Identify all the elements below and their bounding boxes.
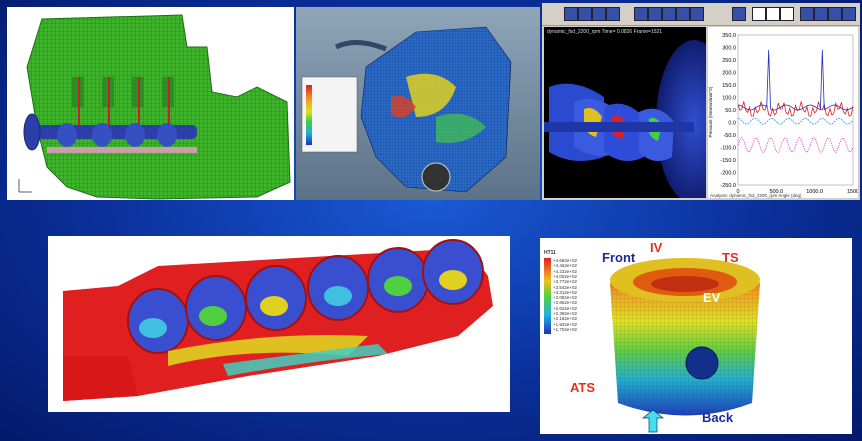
simulation-window-panel: dynamic_fsd_2200_rpm Time= 0.0826 Frame=…	[542, 3, 860, 200]
plot-frame	[737, 34, 854, 186]
legend-value: +4.002e+02	[553, 273, 578, 279]
prev-frame-icon[interactable]	[578, 7, 592, 21]
trace-red	[737, 101, 854, 117]
first-frame-icon[interactable]	[564, 7, 578, 21]
legend-value: +4.462e+02	[553, 263, 578, 269]
trace-magenta	[737, 136, 854, 154]
engine-contour-panel	[296, 7, 540, 200]
layout2-icon[interactable]	[814, 7, 828, 21]
label-iv: IV	[650, 240, 663, 255]
legend-value: +3.082e+02	[553, 295, 578, 301]
pan-icon[interactable]	[676, 7, 690, 21]
legend-value: +2.852e+02	[553, 300, 578, 306]
label-back: Back	[702, 410, 734, 425]
y-tick-label: 100.0	[722, 96, 736, 102]
layout3-icon[interactable]	[828, 7, 842, 21]
pressure-plot: 350.0 300.0 250.0 200.0 150.0 100.0 50.0 0.0 -50…	[708, 27, 858, 198]
sim-caption: dynamic_fsd_2200_rpm Time= 0.0826 Frame=…	[547, 29, 663, 35]
y-tick-label: -150.0	[720, 158, 736, 164]
label-ts: TS	[722, 250, 739, 265]
layout-icon[interactable]	[800, 7, 814, 21]
crank-simulation-view: dynamic_fsd_2200_rpm Time= 0.0826 Frame=…	[544, 27, 706, 198]
y-tick-label: -250.0	[720, 183, 736, 189]
legend-value: +4.692e+02	[553, 258, 578, 263]
trace-cyan	[737, 117, 854, 125]
x-tick-label: 1000.0	[806, 189, 823, 195]
legend-value: +1.702e+02	[553, 326, 578, 332]
label-ev: EV	[703, 290, 721, 305]
legend-value: +2.622e+02	[553, 305, 578, 311]
rotate-icon[interactable]	[648, 7, 662, 21]
play-icon[interactable]	[592, 7, 606, 21]
fit-icon[interactable]	[690, 7, 704, 21]
engine-mesh-panel	[7, 7, 294, 200]
toolbar	[542, 3, 860, 26]
y-tick-label: -200.0	[720, 171, 736, 177]
legend-value: +3.542e+02	[553, 284, 578, 290]
legend-value: +3.312e+02	[553, 289, 578, 295]
y-tick-label: 250.0	[722, 58, 736, 64]
y-tick-label: -50.0	[723, 133, 736, 139]
page2-icon[interactable]	[766, 7, 780, 21]
legend-value: +2.392e+02	[553, 311, 578, 316]
y-tick-label: 50.0	[725, 108, 736, 114]
select-icon[interactable]	[634, 7, 648, 21]
page-icon[interactable]	[752, 7, 766, 21]
y-tick-label: 350.0	[722, 33, 736, 39]
legend-value: +4.232e+02	[553, 268, 578, 274]
legend-value: +1.932e+02	[553, 321, 578, 327]
y-tick-label: 200.0	[722, 71, 736, 77]
label-ats: ATS	[570, 380, 596, 395]
legend-title: HT11	[544, 250, 556, 256]
legend-value: +3.772e+02	[553, 279, 578, 285]
y-tick-label: -100.0	[720, 146, 736, 152]
y-tick-label: 300.0	[722, 46, 736, 52]
legend-value: +2.162e+02	[553, 316, 578, 322]
piston-panel: HT11 +4.692e+02 +4.462e+02 +4.232e+02 +4.00…	[540, 238, 852, 434]
cylinder-block-panel	[48, 236, 510, 412]
trace-blue	[737, 49, 854, 111]
next-frame-icon[interactable]	[606, 7, 620, 21]
y-tick-label: 0.0	[728, 121, 736, 127]
plot-footer: Analysis: dynamic_fsd_2200_rpm Angle (de…	[710, 193, 802, 198]
y-axis-label: Pressure (Newton/mm^2)	[708, 86, 713, 137]
x-tick-label: 1500	[847, 189, 858, 195]
y-tick-label: 150.0	[722, 83, 736, 89]
page3-icon[interactable]	[780, 7, 794, 21]
label-front: Front	[602, 250, 636, 265]
layout4-icon[interactable]	[842, 7, 856, 21]
view-icon[interactable]	[732, 7, 746, 21]
zoom-icon[interactable]	[662, 7, 676, 21]
